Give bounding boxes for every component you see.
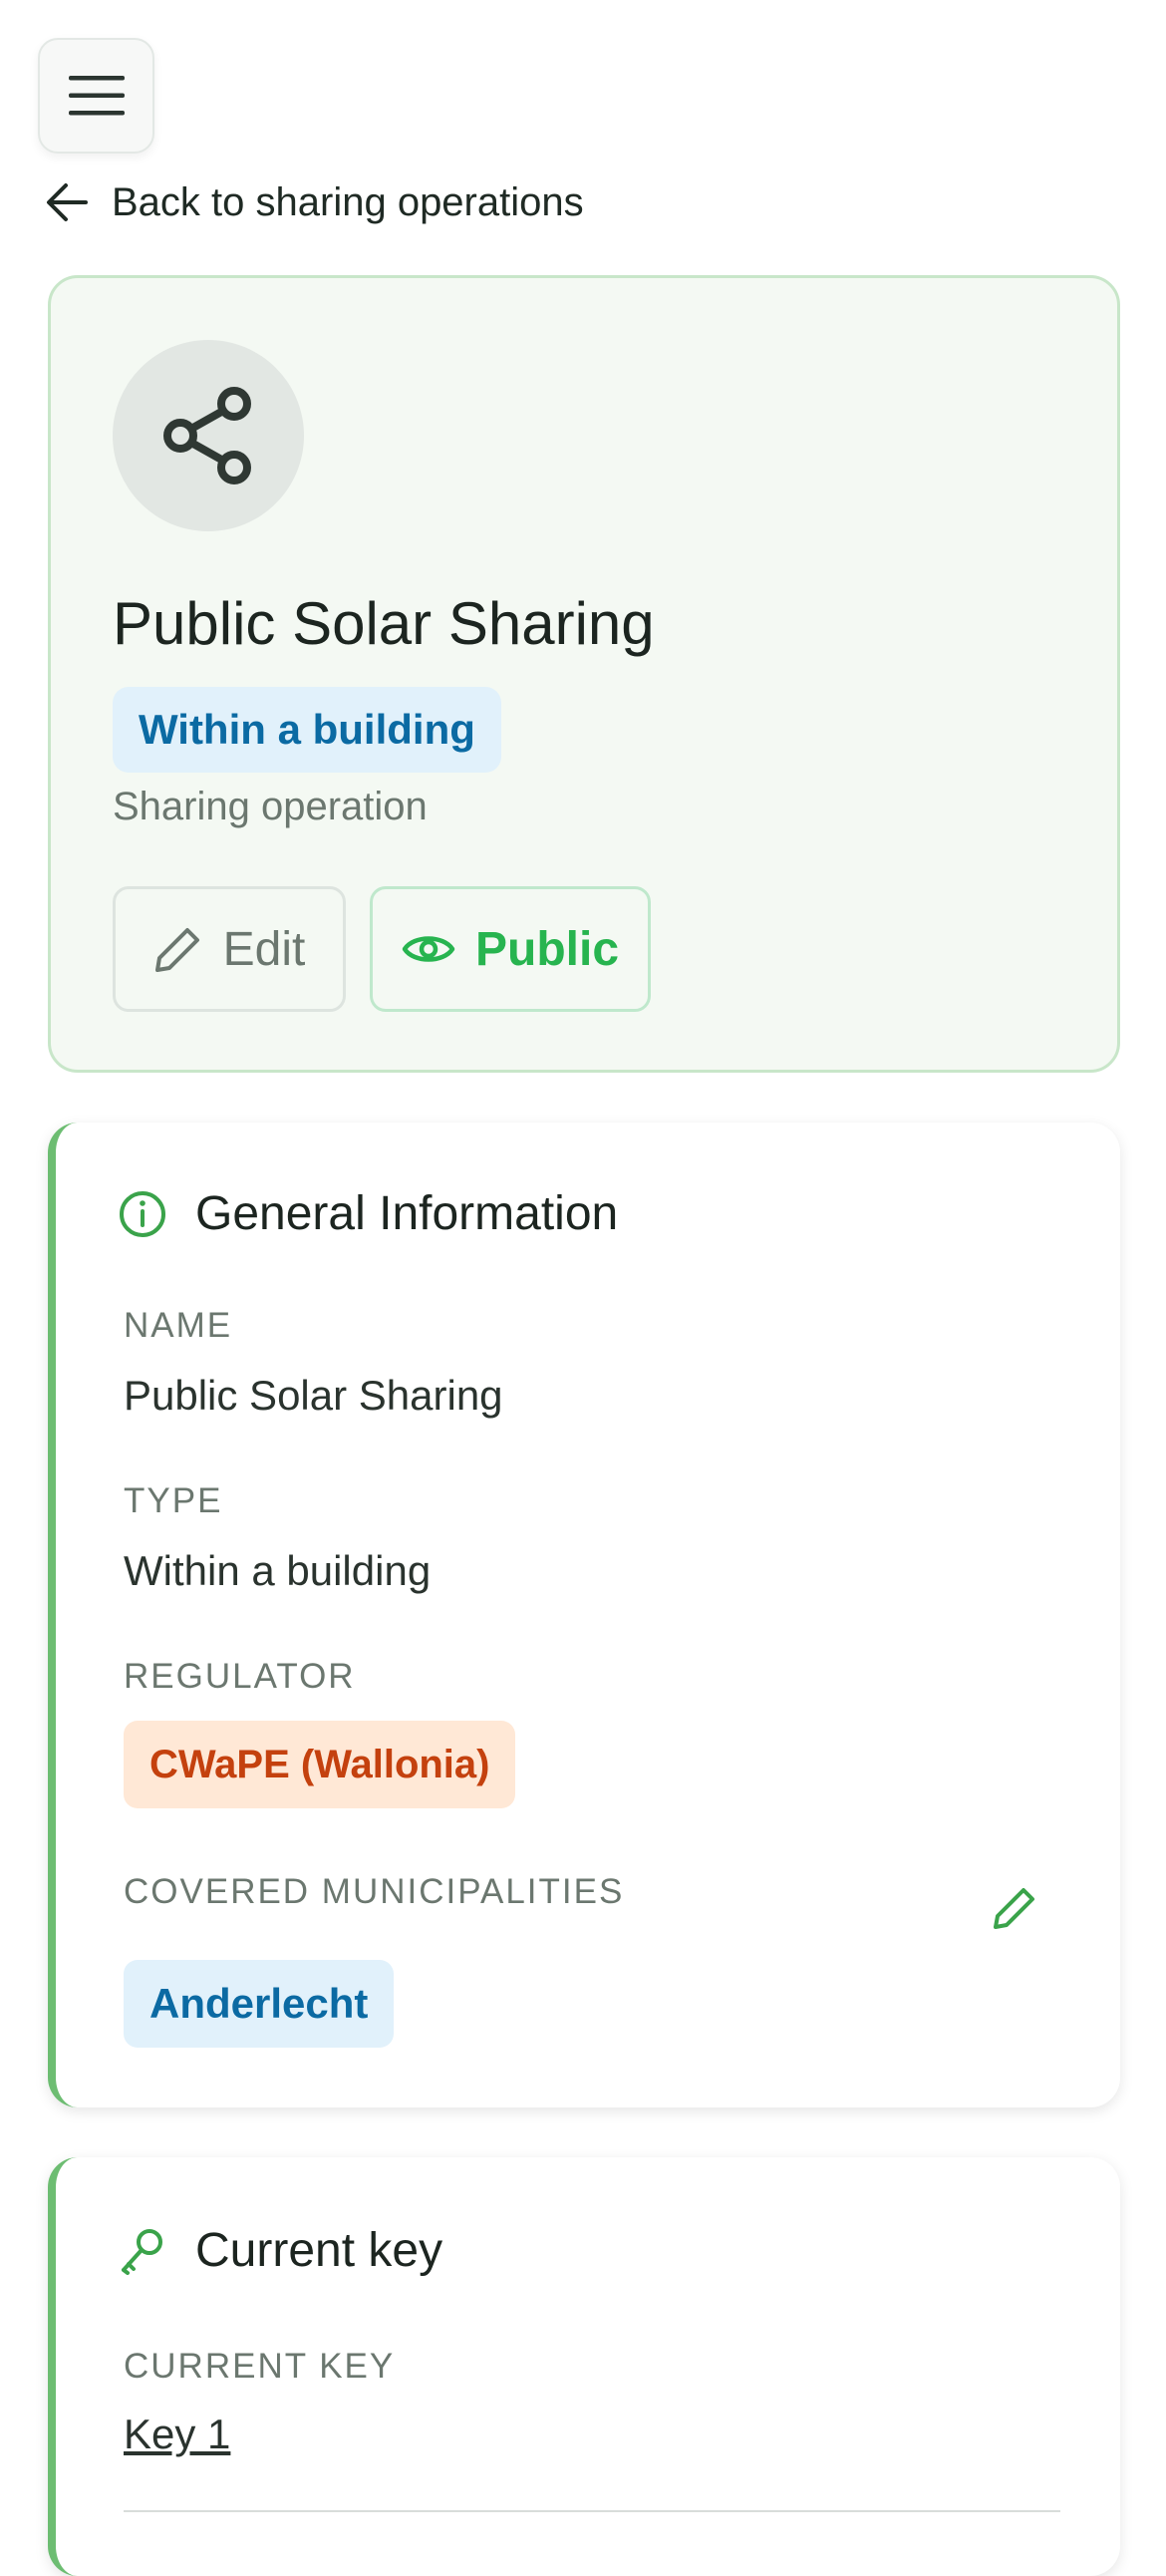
sharing-operation-hero-card: Public Solar Sharing Within a building S… <box>48 275 1120 1073</box>
current-key-header: Current key <box>118 2223 442 2278</box>
public-button-label: Public <box>474 922 620 976</box>
hamburger-menu-icon <box>68 76 125 116</box>
type-badge: Within a building <box>113 687 501 773</box>
edit-button-label: Edit <box>222 922 306 976</box>
edit-button[interactable]: Edit <box>113 886 346 1012</box>
arrow-left-icon <box>47 183 88 221</box>
menu-button[interactable] <box>38 38 154 154</box>
municipality-badge: Anderlecht <box>124 1960 395 2048</box>
general-information-title: General Information <box>195 1187 619 1240</box>
general-information-header: General Information <box>118 1186 618 1241</box>
public-visibility-button[interactable]: Public <box>370 886 651 1012</box>
current-key-link[interactable]: Key 1 <box>124 2411 230 2458</box>
type-value: Within a building <box>124 1547 432 1594</box>
pencil-icon <box>994 1888 1034 1929</box>
divider <box>124 2510 1060 2512</box>
current-key-title: Current key <box>195 2224 443 2277</box>
page-title: Public Solar Sharing <box>113 590 655 657</box>
name-value: Public Solar Sharing <box>124 1372 503 1419</box>
current-key-card: Current key CURRENT KEY Key 1 <box>48 2157 1120 2576</box>
name-label: NAME <box>124 1306 233 1345</box>
back-to-sharing-operations-link[interactable]: Back to sharing operations <box>44 179 584 225</box>
back-link-label: Back to sharing operations <box>112 179 584 224</box>
key-icon <box>122 2228 162 2275</box>
share-icon <box>163 387 251 484</box>
pencil-icon <box>154 928 199 972</box>
general-information-card: General Information NAME Public Solar Sh… <box>48 1123 1120 2107</box>
current-key-label: CURRENT KEY <box>124 2347 396 2386</box>
eye-icon <box>402 936 455 962</box>
edit-municipalities-button[interactable] <box>985 1878 1044 1938</box>
regulator-badge: CWaPE (Wallonia) <box>124 1721 516 1808</box>
page-subtitle: Sharing operation <box>113 785 428 828</box>
regulator-label: REGULATOR <box>124 1657 356 1696</box>
info-circle-icon <box>120 1190 165 1237</box>
operation-avatar <box>113 340 304 531</box>
covered-municipalities-label: COVERED MUNICIPALITIES <box>124 1872 625 1911</box>
type-label: TYPE <box>124 1481 223 1520</box>
